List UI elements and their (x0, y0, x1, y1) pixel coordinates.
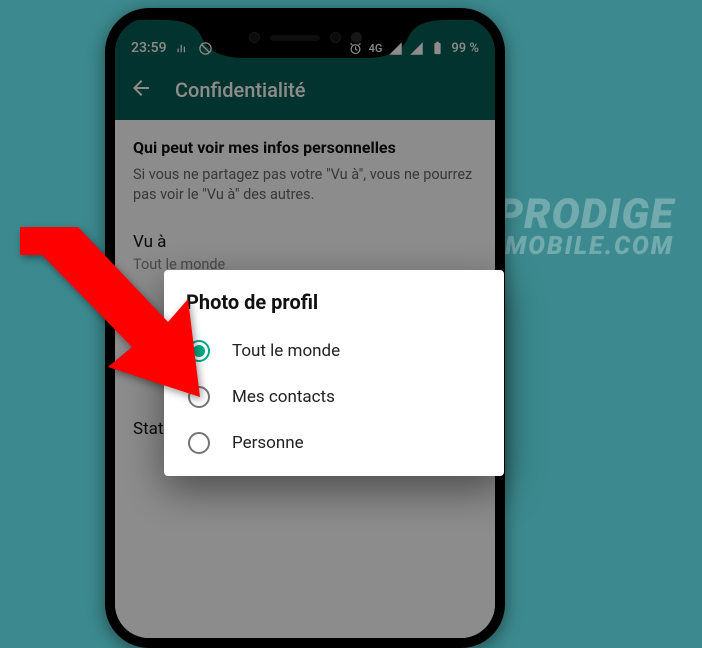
radio-icon (188, 432, 210, 454)
watermark-line1: PRODIGE (497, 195, 674, 235)
radio-label: Tout le monde (232, 341, 340, 361)
watermark-line2: MOBILE.COM (497, 235, 674, 259)
annotation-arrow (20, 227, 200, 397)
radio-label: Personne (232, 433, 304, 453)
profile-photo-dialog: Photo de profil Tout le monde Mes contac… (164, 270, 504, 476)
watermark: PRODIGE MOBILE.COM (497, 195, 674, 259)
radio-label: Mes contacts (232, 387, 335, 407)
dialog-title: Photo de profil (186, 290, 482, 314)
radio-option-everyone[interactable]: Tout le monde (186, 328, 482, 374)
radio-option-contacts[interactable]: Mes contacts (186, 374, 482, 420)
radio-option-nobody[interactable]: Personne (186, 420, 482, 466)
